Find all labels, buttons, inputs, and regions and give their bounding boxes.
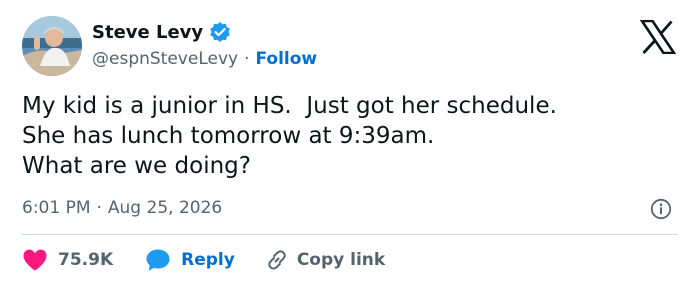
author-block: Steve Levy @espnSteveLevy · Follow	[92, 20, 317, 70]
copy-link-button[interactable]: Copy link	[265, 248, 385, 272]
reply-button[interactable]: Reply	[145, 248, 235, 272]
name-row: Steve Levy	[92, 20, 317, 44]
follow-button[interactable]: Follow	[255, 49, 317, 69]
link-icon	[265, 248, 289, 272]
like-button[interactable]: 75.9K	[22, 248, 113, 272]
avatar[interactable]	[22, 16, 82, 76]
tweet-time: 6:01 PM	[22, 198, 91, 218]
like-count: 75.9K	[58, 250, 114, 270]
author-name[interactable]: Steve Levy	[92, 22, 203, 43]
meta-separator: ·	[96, 198, 102, 218]
copy-link-label: Copy link	[296, 250, 386, 270]
tweet-date: Aug 25, 2026	[107, 198, 223, 218]
heart-icon	[22, 248, 48, 272]
verified-badge-icon	[209, 21, 231, 43]
reply-label: Reply	[181, 250, 235, 270]
handle-row: @espnSteveLevy · Follow	[92, 49, 317, 69]
avatar-image	[22, 16, 82, 76]
tweet-line: My kid is a junior in HS. Just got her s…	[22, 93, 557, 119]
tweet-text: My kid is a junior in HS. Just got her s…	[22, 91, 682, 181]
tweet-card: Steve Levy @espnSteveLevy · Follow My ki…	[0, 0, 700, 287]
author-handle[interactable]: @espnSteveLevy	[92, 49, 238, 69]
speech-bubble-icon	[145, 248, 171, 272]
x-logo-icon[interactable]	[639, 19, 677, 55]
tweet-line: She has lunch tomorrow at 9:39am.	[22, 123, 435, 149]
action-bar: 75.9K Reply Copy link	[22, 246, 385, 274]
handle-separator: ·	[244, 49, 250, 69]
tweet-timestamp[interactable]: 6:01 PM · Aug 25, 2026	[22, 198, 222, 218]
divider	[22, 234, 678, 235]
info-icon[interactable]	[650, 198, 672, 220]
tweet-line: What are we doing?	[22, 153, 251, 179]
